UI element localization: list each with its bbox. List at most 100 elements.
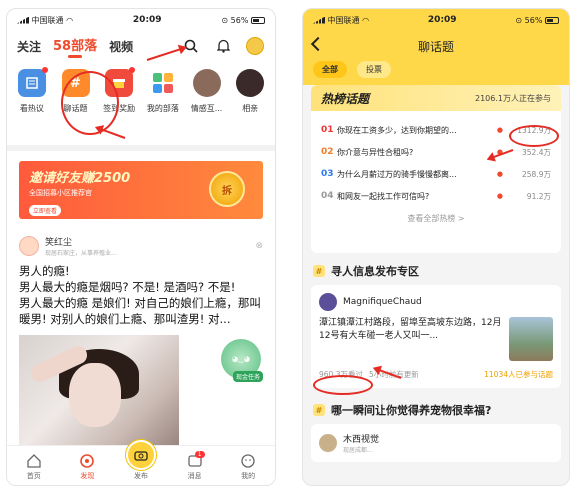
avatar[interactable] — [19, 236, 39, 256]
coin-icon: 拆 — [209, 171, 245, 207]
dating-icon — [236, 69, 265, 97]
card-body: 潭江镇潭江村路段，留埠至高坡东边路，12月12号有大车碰一老人又叫一... — [319, 317, 553, 361]
hot-topic-row[interactable]: 04 和网友一起找工作可信吗? ● 91.2万 — [311, 185, 561, 207]
section-title-text[interactable]: 哪一瞬间让你觉得养宠物很幸福? — [331, 402, 491, 418]
shortcut-emotion[interactable]: 情感互... — [188, 69, 226, 139]
wifi-icon: ◠ — [362, 15, 370, 25]
hot-topics-card: 热榜话题 2106.1万人正在参与 01 你现在工资多少，达到你期望的... ●… — [311, 85, 561, 253]
post-line: 男人的瘾! — [19, 264, 70, 278]
right-phone-screen: 中国联通 ◠ 20:09 ⊙ 56% 聊话题 全部 投票 热榜话题 2106.1… — [302, 8, 570, 486]
home-icon — [27, 454, 41, 468]
post-line: 男人最大的瘾是烟吗? 不是! 是酒吗? 不是! — [19, 280, 236, 294]
topic-title: 你介意与异性合租吗? — [337, 147, 414, 157]
topic-count: 352.4万 — [522, 147, 551, 157]
rank-number: 01 — [321, 125, 334, 135]
fire-icon: ● — [496, 126, 503, 134]
shortcut-label: 相亲 — [242, 104, 259, 113]
topic-title: 和网友一起找工作可信吗? — [337, 191, 430, 201]
status-bar: 中国联通 ◠ 20:09 ⊙ 56% — [7, 9, 275, 31]
status-time: 20:09 — [427, 15, 457, 25]
nav-label: 发布 — [133, 472, 148, 480]
post-body[interactable]: 男人的瘾! 男人最大的瘾是烟吗? 不是! 是酒吗? 不是! 男人最大的瘾 是娘们… — [7, 263, 275, 327]
topic-title: 为什么月薪过万的骑手慢慢都离... — [337, 169, 457, 179]
participant-count: 11034人已参与话题 — [484, 370, 553, 379]
hash-icon: # — [313, 265, 325, 277]
annotation-circle — [509, 125, 559, 147]
user-name[interactable]: 木西视觉 — [343, 432, 379, 445]
bell-icon[interactable] — [213, 36, 233, 56]
nav-profile[interactable]: 我的 — [228, 453, 268, 481]
shortcut-label: 我的部落 — [146, 104, 179, 113]
section-title-text[interactable]: 寻人信息发布专区 — [331, 263, 419, 279]
invite-banner[interactable]: 邀请好友赚2500 全国招募小区推荐官 立即查看 拆 — [19, 161, 263, 219]
tab-follow[interactable]: 关注 — [17, 38, 41, 55]
nav-home[interactable]: 首页 — [14, 453, 54, 481]
tab-58-tribe[interactable]: 58部落 — [53, 35, 97, 58]
nav-discover[interactable]: 发现 — [67, 453, 107, 481]
my-tribe-icon — [148, 69, 177, 97]
post-author[interactable]: 笑红尘 — [45, 235, 117, 248]
discover-icon — [80, 454, 95, 468]
shortcut-hot-discuss[interactable]: 看热议 — [13, 67, 51, 139]
avatar[interactable] — [245, 36, 265, 56]
filter-vote[interactable]: 投票 — [357, 61, 391, 78]
page-title: 聊话题 — [417, 39, 454, 54]
topic-card[interactable]: MagnifiqueChaud 潭江镇潭江村路段，留埠至高坡东边路，12月12号… — [311, 285, 561, 388]
shortcut-my-tribe[interactable]: 我的部落 — [144, 69, 182, 139]
title-bar: 聊话题 — [303, 31, 569, 61]
hash-icon: # — [313, 404, 325, 416]
nav-label: 消息 — [187, 472, 202, 480]
shortcut-label: 情感互... — [190, 104, 223, 113]
back-icon[interactable] — [310, 36, 326, 52]
avatar[interactable] — [319, 434, 337, 452]
hot-topic-row[interactable]: 03 为什么月薪过万的骑手慢慢都离... ● 258.9万 — [311, 163, 561, 185]
nav-publish[interactable]: 发布 — [121, 440, 161, 481]
filter-all[interactable]: 全部 — [313, 61, 347, 78]
battery-icon — [251, 16, 265, 24]
hot-topics-subtitle: 2106.1万人正在参与 — [475, 93, 551, 103]
annotation-circle — [61, 71, 119, 135]
topic-title: 你现在工资多少，达到你期望的... — [337, 125, 457, 135]
tab-video[interactable]: 视频 — [109, 38, 133, 55]
wifi-icon: ◠ — [66, 15, 74, 25]
nav-messages[interactable]: 1 消息 — [175, 451, 215, 481]
battery-label: 56% — [230, 15, 249, 25]
top-tab-bar: 关注 58部落 视频 — [7, 31, 275, 61]
banner-cta-button[interactable]: 立即查看 — [29, 205, 62, 216]
user-meta: 现居成都... — [343, 447, 373, 454]
battery-label: 56% — [524, 15, 543, 25]
post-line: 男人最大的瘾 是娘们! 对自己的娘们上瘾，那叫暖男! 对别人的娘们上瘾、那叫渣男… — [19, 296, 261, 326]
close-icon[interactable]: ⊗ — [255, 241, 263, 251]
signal-icon — [17, 16, 29, 24]
emotion-avatar-icon — [192, 69, 221, 97]
left-phone-screen: 中国联通 ◠ 20:09 ⊙ 56% 关注 58部落 视频 看热议 # 聊话题 … — [6, 8, 276, 486]
shortcut-dating[interactable]: 相亲 — [231, 69, 269, 139]
card-text: 潭江镇潭江村路段，留埠至高坡东边路，12月12号有大车碰一老人又叫一... — [319, 318, 502, 341]
carrier-label: 中国联通 — [31, 15, 64, 25]
battery-icon — [545, 16, 559, 24]
status-bar: 中国联通 ◠ 20:09 ⊙ 56% — [303, 9, 569, 31]
topic-card[interactable]: 木西视觉 现居成都... — [311, 424, 561, 462]
post-meta: 现居石家庄，从事养殖业... — [45, 250, 117, 257]
nav-label: 发现 — [80, 472, 95, 480]
topic-count: 91.2万 — [526, 191, 551, 201]
status-time: 20:09 — [132, 15, 162, 25]
fire-icon: ● — [496, 192, 503, 200]
rank-number: 04 — [321, 191, 334, 201]
signal-icon — [313, 16, 325, 24]
message-badge: 1 — [194, 451, 205, 458]
bottom-nav: 首页 发现 发布 1 消息 我的 — [7, 440, 275, 485]
avatar[interactable] — [319, 293, 337, 311]
hot-topics-title: 热榜话题 — [321, 91, 370, 106]
card-thumbnail[interactable] — [509, 317, 553, 361]
card-user: MagnifiqueChaud — [319, 293, 553, 311]
user-name[interactable]: MagnifiqueChaud — [343, 297, 422, 307]
tab-58-tribe-label: 58部落 — [53, 38, 98, 54]
view-all-hot-link[interactable]: 查看全部热榜 > — [311, 213, 561, 224]
post-header: 笑红尘 现居石家庄，从事养殖业... ⊗ — [7, 229, 275, 263]
carrier-label: 中国联通 — [327, 15, 360, 25]
topic-count: 258.9万 — [522, 169, 551, 179]
profile-icon — [241, 454, 255, 468]
nav-label: 我的 — [241, 472, 256, 480]
shortcut-row: 看热议 # 聊话题 签到奖励 我的部落 情感互... 相亲 — [7, 61, 275, 139]
